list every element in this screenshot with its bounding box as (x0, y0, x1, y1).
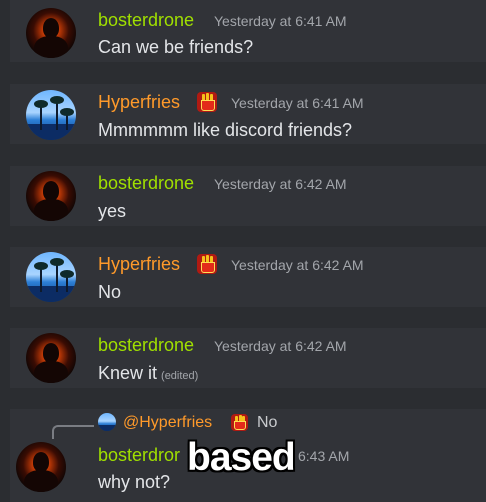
overlay-caption: based (187, 436, 296, 479)
author-name[interactable]: bosterdrone (98, 10, 194, 31)
message-item: bosterdrone Yesterday at 6:42 AM yes (10, 166, 486, 226)
timestamp: Yesterday at 6:42 AM (214, 338, 347, 354)
message-content: yes (98, 201, 127, 221)
edited-label: (edited) (161, 370, 199, 382)
fries-icon[interactable] (197, 92, 217, 112)
message-content: why not? (98, 472, 171, 492)
author-name[interactable]: Hyperfries (98, 254, 180, 275)
message-item: bosterdrone Yesterday at 6:42 AM Knew it… (10, 328, 486, 388)
timestamp: 6:43 AM (298, 448, 350, 464)
author-name[interactable]: bosterdrone (98, 335, 194, 356)
avatar[interactable] (16, 442, 66, 492)
timestamp: Yesterday at 6:41 AM (214, 13, 347, 29)
timestamp: Yesterday at 6:42 AM (214, 176, 347, 192)
message-item: Hyperfries Yesterday at 6:41 AM Mmmmmm l… (10, 84, 486, 144)
reply-text[interactable]: No (257, 414, 277, 432)
message-content: Knew it (edited) (98, 363, 198, 384)
avatar[interactable] (26, 90, 76, 140)
reply-avatar[interactable] (98, 413, 116, 431)
reply-mention[interactable]: @Hyperfries (123, 414, 212, 432)
avatar[interactable] (26, 252, 76, 302)
avatar[interactable] (26, 333, 76, 383)
reply-connector (52, 425, 94, 439)
author-name[interactable]: bosterdrone (98, 173, 194, 194)
message-content: No (98, 282, 122, 302)
message-text: Knew it (98, 363, 158, 383)
fries-icon[interactable] (197, 254, 217, 274)
timestamp: Yesterday at 6:42 AM (231, 257, 364, 273)
avatar[interactable] (26, 8, 76, 58)
message-item: bosterdrone Yesterday at 6:41 AM Can we … (10, 0, 486, 62)
message-content: Can we be friends? (98, 37, 254, 57)
author-name[interactable]: Hyperfries (98, 92, 180, 113)
author-name[interactable]: bosterdror (98, 445, 180, 466)
timestamp: Yesterday at 6:41 AM (231, 95, 364, 111)
message-item: Hyperfries Yesterday at 6:42 AM No (10, 247, 486, 307)
fries-icon[interactable] (231, 414, 248, 431)
avatar[interactable] (26, 171, 76, 221)
message-content: Mmmmmm like discord friends? (98, 120, 353, 140)
